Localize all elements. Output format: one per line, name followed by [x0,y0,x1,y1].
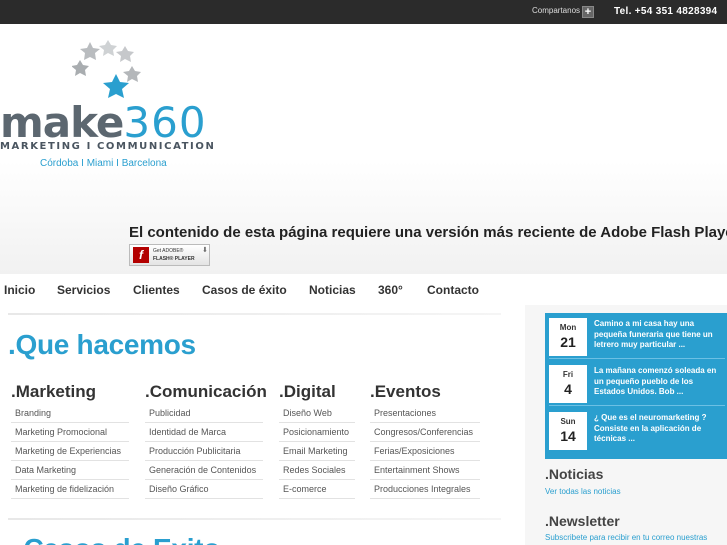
date-day: Mon [559,323,577,332]
service-link[interactable]: Marketing de Experiencias [11,442,129,461]
nav-contacto[interactable]: Contacto [427,283,479,297]
service-link[interactable]: Ferias/Exposiciones [370,442,480,461]
service-link[interactable]: Diseño Gráfico [145,480,263,499]
main-nav: Inicio Servicios Clientes Casos de éxito… [0,280,727,302]
nav-noticias[interactable]: Noticias [309,283,356,297]
date-badge: Fri 4 [549,365,587,403]
flash-logo-icon: f [133,247,149,263]
divider [8,518,501,520]
service-link[interactable]: Identidad de Marca [145,423,263,442]
logo-cities: Córdoba I Miami I Barcelona [40,158,167,169]
news-excerpt[interactable]: Camino a mi casa hay una pequeña funerar… [594,319,724,351]
newsletter-description: Subscribete para recibir en tu correo nu… [545,533,708,542]
service-link[interactable]: Marketing Promocional [11,423,129,442]
top-bar: Compartanos + Tel. +54 351 4828394 [0,0,727,24]
nav-clientes[interactable]: Clientes [133,283,180,297]
nav-servicios[interactable]: Servicios [57,283,110,297]
logo-stars-icon [72,40,141,98]
date-number: 21 [560,334,576,350]
service-link[interactable]: Congresos/Conferencias [370,423,480,442]
section-title-que-hacemos: .Que hacemos [8,329,196,360]
download-arrow-icon: ⬇ [202,247,208,254]
date-number: 4 [564,381,572,397]
service-link[interactable]: Generación de Contenidos [145,461,263,480]
date-day: Fri [562,370,574,379]
service-link[interactable]: Data Marketing [11,461,129,480]
date-badge: Sun 14 [549,412,587,450]
logo-tagline: MARKETING I COMMUNICATION [0,141,216,152]
flash-required-message: El contenido de esta página requiere una… [129,224,727,241]
get-flash-player-button[interactable]: f Get ADOBE® FLASH® PLAYER ⬇ [129,244,210,266]
phone-number: Tel. +54 351 4828394 [614,6,718,17]
newsletter-title: .Newsletter [545,513,620,529]
service-link[interactable]: Entertainment Shows [370,461,480,480]
news-separator [549,358,725,359]
nav-casos-de-exito[interactable]: Casos de éxito [202,283,287,297]
news-list: Mon 21 Camino a mi casa hay una pequeña … [545,313,727,459]
date-number: 14 [560,428,576,444]
news-item[interactable]: Sun 14 ¿ Que es el neuromarketing ? Cons… [549,409,725,453]
flash-button-line1: Get ADOBE® [153,248,184,254]
news-excerpt[interactable]: La mañana comenzó soleada en un pequeño … [594,366,724,398]
nav-inicio[interactable]: Inicio [4,283,35,297]
date-badge: Mon 21 [549,318,587,356]
logo-360: 360 [123,98,207,147]
service-link[interactable]: Producción Publicitaria [145,442,263,461]
service-link[interactable]: Diseño Web [279,404,355,423]
column-list-eventos: Presentaciones Congresos/Conferencias Fe… [370,404,480,499]
divider [8,313,501,315]
flash-button-line2: FLASH® PLAYER [153,256,195,262]
section-title-casos-de-exito: .Casos de Exito [16,533,220,545]
logo-make: make [0,98,124,147]
service-link[interactable]: Posicionamiento [279,423,355,442]
column-title-eventos: .Eventos [370,382,441,401]
news-item[interactable]: Mon 21 Camino a mi casa hay una pequeña … [549,315,725,359]
news-item[interactable]: Fri 4 La mañana comenzó soleada en un pe… [549,362,725,406]
share-label: Compartanos [532,6,581,15]
column-list-digital: Diseño Web Posicionamiento Email Marketi… [279,404,355,499]
date-day: Sun [560,417,576,426]
noticias-title: .Noticias [545,466,604,482]
nav-360[interactable]: 360° [378,283,403,297]
column-list-marketing: Branding Marketing Promocional Marketing… [11,404,129,499]
column-title-digital: .Digital [279,382,336,401]
service-link[interactable]: Email Marketing [279,442,355,461]
service-link[interactable]: Redes Sociales [279,461,355,480]
column-title-marketing: .Marketing [11,382,97,401]
share-plus-icon[interactable]: + [582,6,594,18]
service-link[interactable]: Producciones Integrales [370,480,480,499]
column-title-comunicacion: .Comunicación [145,382,267,401]
service-link[interactable]: Marketing de fidelización [11,480,129,499]
news-excerpt[interactable]: ¿ Que es el neuromarketing ? Consiste en… [594,413,724,445]
news-separator [549,405,725,406]
service-link[interactable]: Publicidad [145,404,263,423]
service-link[interactable]: E-comerce [279,480,355,499]
service-link[interactable]: Presentaciones [370,404,480,423]
column-list-comunicacion: Publicidad Identidad de Marca Producción… [145,404,263,499]
service-link[interactable]: Branding [11,404,129,423]
all-news-link[interactable]: Ver todas las noticias [545,487,621,496]
logo-wordmark[interactable]: make360 [0,102,207,144]
